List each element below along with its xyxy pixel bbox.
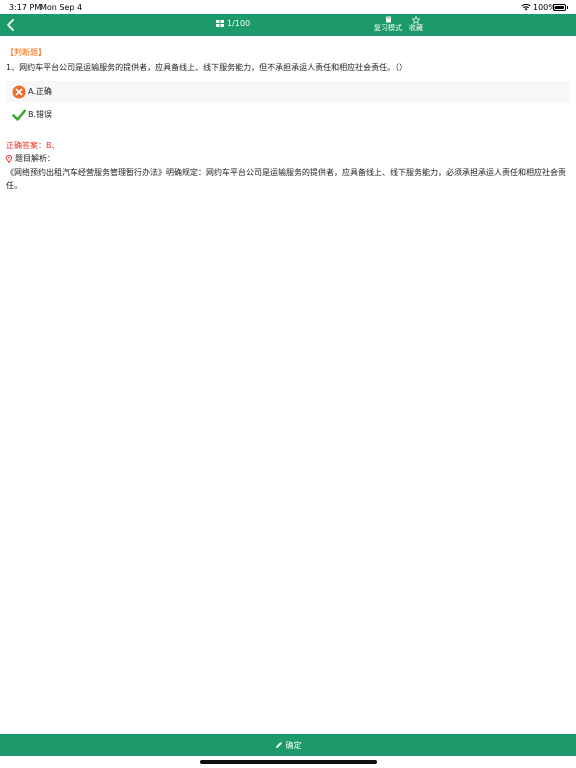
wifi-icon	[521, 3, 531, 11]
analysis-title: 题目解析：	[15, 154, 55, 163]
top-navbar: 1/100 复习模式 收藏	[0, 14, 576, 36]
correct-check-icon	[12, 109, 26, 121]
question-counter[interactable]: 1/100	[216, 19, 250, 28]
grid-icon	[216, 20, 224, 27]
confirm-button[interactable]: 确定	[0, 734, 576, 756]
review-mode-label: 复习模式	[374, 24, 402, 32]
option-a[interactable]: A.正确	[6, 81, 570, 102]
star-icon	[406, 15, 426, 25]
option-b-label: B.错误	[28, 110, 53, 119]
option-a-label: A.正确	[28, 87, 52, 96]
location-pin-icon	[6, 154, 12, 163]
question-text: 1、网约车平台公司是运输服务的提供者，应具备线上、线下服务能力，但不承担承运人责…	[6, 63, 408, 72]
home-indicator	[200, 760, 377, 764]
status-time: 3:17 PM	[9, 3, 42, 12]
favorite-label: 收藏	[409, 24, 423, 32]
favorite-button[interactable]: 收藏	[406, 15, 426, 33]
counter-text: 1/100	[227, 19, 251, 28]
analysis-text: 《网络预约出租汽车经营服务管理暂行办法》明确规定：网约车平台公司是运输服务的提供…	[6, 168, 566, 190]
pencil-icon	[275, 742, 282, 748]
review-mode-button[interactable]: 复习模式	[373, 16, 403, 33]
back-chevron-icon[interactable]	[5, 18, 17, 32]
question-type: 【判断题】	[6, 48, 46, 57]
wrong-answer-icon	[12, 85, 26, 98]
correct-answer: 正确答案：B、	[6, 141, 60, 150]
status-bar: 3:17 PM Mon Sep 4 100%	[0, 0, 576, 14]
book-icon	[373, 16, 403, 24]
battery-icon	[553, 4, 568, 11]
status-date: Mon Sep 4	[40, 3, 83, 12]
confirm-label: 确定	[285, 740, 302, 750]
analysis-heading: 题目解析：	[6, 153, 55, 164]
option-b[interactable]: B.错误	[6, 104, 570, 125]
